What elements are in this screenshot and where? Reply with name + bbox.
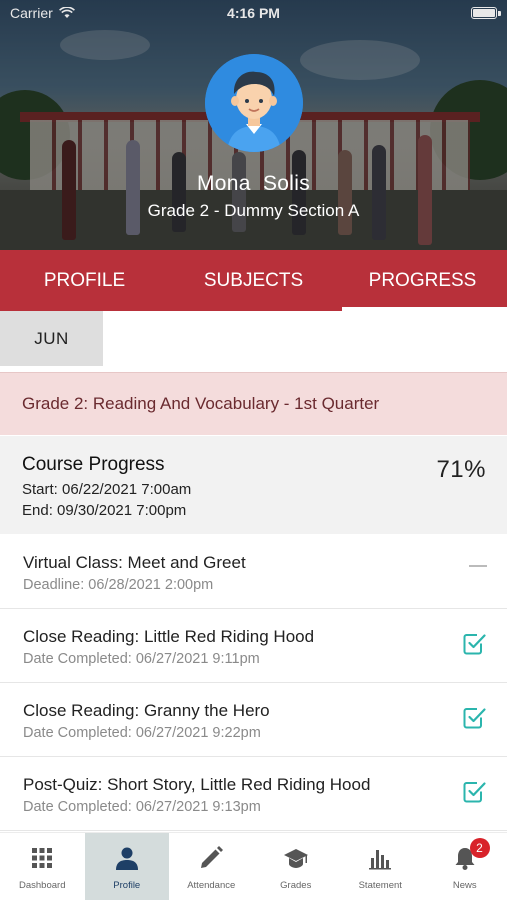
nav-dashboard[interactable]: Dashboard [0,833,85,900]
news-badge: 2 [469,838,490,858]
pencil-icon [201,846,224,868]
activity-title: Close Reading: Granny the Hero [23,701,270,720]
profile-tabs: PROFILE SUBJECTS PROGRESS [0,250,507,311]
tab-subjects[interactable]: SUBJECTS [169,250,338,311]
activity-item[interactable]: Virtual Class: Meet and Greet Deadline: … [0,535,507,609]
checkbox-checked-icon [463,708,486,729]
student-section: Grade 2 - Dummy Section A [147,201,360,220]
nav-label: Profile [113,880,141,891]
student-avatar-icon [205,54,303,152]
month-chip-jun[interactable]: JUN [0,311,103,366]
nav-label: News [452,880,477,891]
nav-attendance[interactable]: Attendance [169,833,254,900]
course-progress-card: Course Progress Start: 06/22/2021 7:00am… [0,436,507,534]
nav-statement[interactable]: Statement [338,833,423,900]
activity-item[interactable]: Close Reading: Little Red Riding Hood Da… [0,609,507,683]
activity-completed-date: Date Completed: 06/27/2021 9:11pm [23,651,260,667]
pending-dash-icon [469,565,487,567]
checkbox-checked-icon [463,782,486,803]
grid-icon [32,848,53,868]
activity-title: Close Reading: Little Red Riding Hood [23,627,315,646]
battery-icon [471,7,497,19]
activity-completed-date: Date Completed: 06/27/2021 9:22pm [23,725,261,741]
status-time: 4:16 PM [227,5,280,21]
avatar [205,54,303,152]
bar-chart-icon [369,850,392,870]
student-name: Mona Solis [196,172,311,195]
nav-news[interactable]: 2 News [423,833,507,900]
course-progress-percent: 71% [436,456,486,483]
activity-title: Virtual Class: Meet and Greet [23,553,246,572]
nav-profile[interactable]: Profile [84,833,169,900]
nav-label: Attendance [187,880,236,891]
nav-label: Statement [358,880,402,891]
bottom-navigation: Dashboard Profile Attendance Grades Stat… [0,832,507,900]
nav-label: Dashboard [19,880,66,891]
activity-item[interactable]: Close Reading: Granny the Hero Date Comp… [0,683,507,757]
graduation-cap-icon [283,849,308,868]
activity-item[interactable]: Post-Quiz: Short Story, Little Red Ridin… [0,757,507,831]
nav-grades[interactable]: Grades [254,833,339,900]
course-title[interactable]: Grade 2: Reading And Vocabulary - 1st Qu… [0,372,507,435]
activity-title: Post-Quiz: Short Story, Little Red Ridin… [23,775,371,794]
nav-label: Grades [280,880,312,891]
tab-profile[interactable]: PROFILE [0,250,169,311]
profile-header: Carrier 4:16 PM Mona Solis Grade 2 - Dum… [0,0,507,250]
tab-progress[interactable]: PROGRESS [338,250,507,311]
course-progress-label: Course Progress [22,454,165,475]
checkbox-checked-icon [463,634,486,655]
month-selector: JUN [0,311,507,372]
course-end-date: End: 09/30/2021 7:00pm [22,502,187,519]
activity-deadline: Deadline: 06/28/2021 2:00pm [23,577,214,593]
status-bar: Carrier 4:16 PM [0,0,507,26]
activity-completed-date: Date Completed: 06/27/2021 9:13pm [23,799,261,815]
person-icon [115,847,138,870]
course-start-date: Start: 06/22/2021 7:00am [22,481,192,498]
